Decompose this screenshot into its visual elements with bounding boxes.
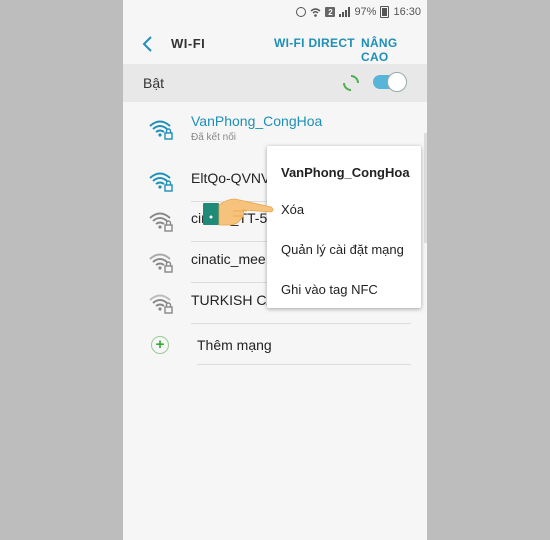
- app-bar: WI-FI WI-FI DIRECT NÂNG CAO: [123, 24, 427, 64]
- plus-icon: +: [151, 336, 169, 354]
- network-name: EltQo-QVNV: [191, 170, 271, 186]
- wifi-on-label: Bật: [143, 75, 165, 91]
- battery-icon: [380, 6, 390, 18]
- back-arrow-icon[interactable]: [139, 34, 157, 54]
- network-status: Đã kết nối: [191, 132, 237, 143]
- wifi-locked-icon: [149, 294, 173, 314]
- network-name: VanPhong_CongHoa: [191, 113, 323, 129]
- pointing-hand-icon: [203, 198, 274, 226]
- wifi-locked-icon: [149, 172, 173, 192]
- menu-item-forget[interactable]: Xóa: [281, 202, 304, 217]
- advanced-button[interactable]: NÂNG CAO: [361, 36, 427, 64]
- phone-screen: 2 97% 16:30 WI-FI WI-FI DIRECT NÂNG CAO …: [123, 0, 427, 540]
- battery-percent: 97%: [354, 6, 377, 18]
- network-name: cinatic_mee: [191, 251, 266, 267]
- context-menu: VanPhong_CongHoa Xóa Quản lý cài đặt mạn…: [267, 146, 421, 308]
- alarm-icon: [296, 7, 307, 17]
- divider: [197, 364, 411, 365]
- context-menu-title: VanPhong_CongHoa: [281, 165, 410, 180]
- signal-icon: [339, 7, 351, 17]
- menu-item-write-nfc[interactable]: Ghi vào tag NFC: [281, 282, 378, 297]
- scanning-spinner-icon: [343, 75, 359, 91]
- wifi-toggle-switch[interactable]: [373, 72, 407, 92]
- scrollbar[interactable]: [424, 133, 427, 243]
- add-network-button[interactable]: + Thêm mạng: [123, 325, 427, 365]
- status-bar: 2 97% 16:30: [123, 0, 427, 24]
- notification-badge: 2: [325, 7, 336, 17]
- menu-item-manage-settings[interactable]: Quản lý cài đặt mạng: [281, 242, 404, 257]
- wifi-locked-icon: [149, 120, 173, 140]
- wifi-locked-icon: [149, 253, 173, 273]
- clock: 16:30: [393, 6, 421, 18]
- wifi-direct-button[interactable]: WI-FI DIRECT: [274, 36, 355, 50]
- network-item-connected[interactable]: VanPhong_CongHoa Đã kết nối: [123, 110, 427, 150]
- wifi-master-row[interactable]: Bật: [123, 64, 427, 102]
- page-title: WI-FI: [171, 36, 206, 51]
- add-network-label: Thêm mạng: [197, 337, 272, 353]
- divider: [191, 323, 411, 324]
- wifi-status-icon: [310, 7, 321, 17]
- wifi-locked-icon: [149, 212, 173, 232]
- toggle-knob: [387, 72, 407, 92]
